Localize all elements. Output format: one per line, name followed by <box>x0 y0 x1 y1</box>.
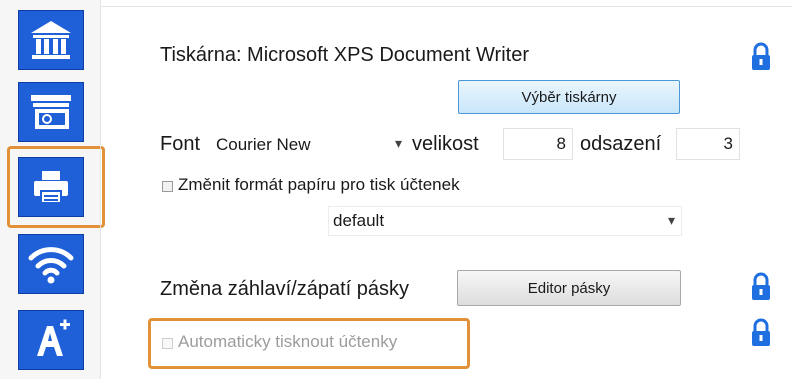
indent-field[interactable]: 3 <box>676 128 740 160</box>
paper-format-value: default <box>333 211 385 230</box>
font-select-value: Courier New <box>216 135 311 154</box>
printer-icon <box>34 171 68 204</box>
lock-icon <box>752 272 770 300</box>
sidebar <box>0 0 100 379</box>
sidebar-item-wifi[interactable] <box>18 234 84 294</box>
auto-print-label: Automaticky tisknout účtenky <box>178 332 398 351</box>
top-border <box>100 6 792 7</box>
paper-format-label: Změnit formát papíru pro tisk účtenek <box>178 175 460 194</box>
tape-editor-button[interactable]: Editor pásky <box>457 270 681 306</box>
size-label: velikost <box>412 133 479 155</box>
sidebar-item-printer[interactable] <box>18 157 84 217</box>
font-add-icon <box>37 319 70 356</box>
wifi-icon <box>28 247 74 284</box>
size-field[interactable]: 8 <box>503 128 573 160</box>
paper-format-select[interactable]: default ▾ <box>328 206 682 236</box>
header-footer-label: Změna záhlaví/zápatí pásky <box>160 278 410 300</box>
select-printer-button[interactable]: Výběr tiskárny <box>458 80 680 114</box>
printer-label: Tiskárna: Microsoft XPS Document Writer <box>160 44 529 66</box>
paper-format-checkbox[interactable] <box>162 181 173 192</box>
sidebar-item-font[interactable] <box>18 310 84 370</box>
dropdown-arrow-icon: ▾ <box>667 212 675 228</box>
auto-print-checkbox[interactable] <box>162 338 173 349</box>
lock-icon <box>752 42 770 70</box>
indent-label: odsazení <box>580 133 662 155</box>
sidebar-item-payments[interactable] <box>18 82 84 142</box>
font-select[interactable]: Courier New ▾ <box>212 130 408 160</box>
cash-register-icon <box>31 95 71 129</box>
font-label: Font <box>160 133 201 155</box>
sidebar-divider <box>100 0 101 379</box>
bank-icon <box>31 21 71 59</box>
dropdown-arrow-icon: ▾ <box>394 135 402 151</box>
lock-icon <box>752 318 770 346</box>
sidebar-item-home[interactable] <box>18 10 84 70</box>
